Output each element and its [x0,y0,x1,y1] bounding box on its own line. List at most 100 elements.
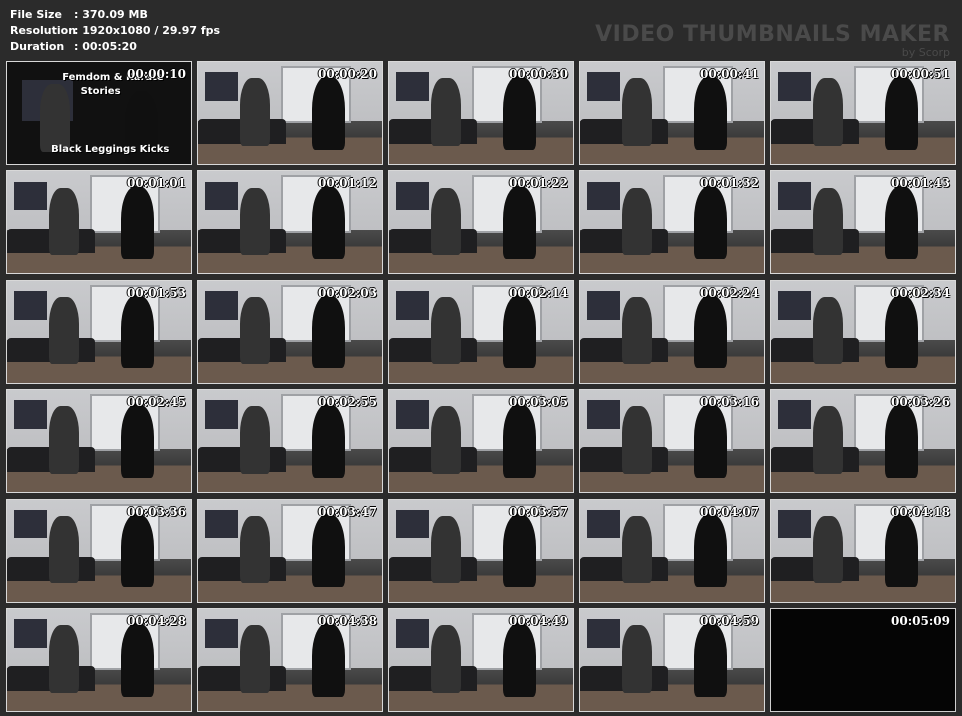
scene-person [240,78,270,146]
video-thumbnail[interactable]: 00:04:28 [6,607,192,712]
scene-picture [205,181,239,211]
file-info-panel: File Size : 370.09 MB Resolution : 1920x… [10,7,220,55]
scene-person [49,187,79,256]
thumbnail-timestamp: 00:05:09 [891,613,950,628]
scene-person [431,625,461,693]
video-thumbnail[interactable]: 00:01:43 [770,170,956,275]
video-thumbnail[interactable]: 00:00:41 [579,61,765,165]
scene-person [813,78,843,146]
resolution-row: Resolution : 1920x1080 / 29.97 fps [10,23,220,39]
scene-person [312,513,346,588]
thumbnail-timestamp: 00:03:26 [891,395,950,410]
video-thumbnail[interactable]: 00:02:45 [6,389,192,494]
video-thumbnail[interactable]: 00:01:01 [6,170,192,275]
video-thumbnail[interactable]: 00:03:36 [6,498,192,603]
scene-person [431,515,461,584]
thumbnail-timestamp: 00:00:51 [891,67,950,81]
scene-person [622,625,652,693]
thumbnail-grid: Femdom & Karate Stories Black Leggings Kic… [6,61,956,712]
file-size-value: : 370.09 MB [74,8,148,21]
video-thumbnail[interactable]: 00:00:30 [388,61,574,165]
video-thumbnail[interactable]: 00:00:20 [197,61,383,165]
scene-picture [14,509,48,539]
video-thumbnail[interactable]: 00:01:22 [388,170,574,275]
thumbnail-timestamp: 00:03:47 [318,504,377,519]
scene-picture [778,400,812,429]
thumbnail-timestamp: 00:04:59 [700,613,759,628]
thumbnail-timestamp: 00:02:34 [891,285,950,300]
video-thumbnail[interactable]: 00:03:05 [388,389,574,494]
thumbnail-timestamp: 00:01:43 [891,176,950,191]
video-thumbnail[interactable]: 00:05:09 [770,607,956,712]
video-thumbnail[interactable]: 00:02:14 [388,279,574,384]
scene-person [694,404,728,478]
scene-person [240,187,270,256]
thumbnail-timestamp: 00:03:36 [127,504,186,519]
scene-person [885,76,919,150]
thumbnail-timestamp: 00:04:07 [700,504,759,519]
scene-picture [205,400,239,429]
scene-picture [14,290,48,320]
scene-person [431,78,461,146]
scene-person [813,297,843,365]
brand-watermark: VIDEO THUMBNAILS MAKER by Scorp [595,22,950,58]
scene-picture [14,400,48,429]
scene-picture [14,619,48,648]
video-thumbnail[interactable]: 00:04:38 [197,607,383,712]
thumbnail-timestamp: 00:02:45 [127,395,186,410]
duration-row: Duration : 00:05:20 [10,39,220,55]
video-thumbnail[interactable]: Femdom & Karate Stories Black Leggings Kic… [6,61,192,165]
video-thumbnail[interactable]: 00:01:12 [197,170,383,275]
video-thumbnail[interactable]: 00:00:51 [770,61,956,165]
scene-picture [778,181,812,211]
scene-picture [396,181,430,211]
scene-person [121,623,155,697]
thumbnail-timestamp: 00:02:14 [509,285,568,300]
scene-person [694,295,728,369]
scene-person [503,513,537,588]
thumbnail-timestamp: 00:04:49 [509,613,568,628]
scene-person [312,623,346,697]
video-thumbnail[interactable]: 00:03:26 [770,389,956,494]
scene-picture [396,290,430,320]
video-thumbnail[interactable]: 00:03:16 [579,389,765,494]
thumbnail-timestamp: 00:01:01 [127,176,186,191]
video-thumbnail[interactable]: 00:03:47 [197,498,383,603]
scene-person [622,406,652,474]
scene-person [622,515,652,584]
video-thumbnail[interactable]: 00:02:34 [770,279,956,384]
video-thumbnail[interactable]: 00:04:59 [579,607,765,712]
scene-picture [587,181,621,211]
title-line-3: Black Leggings Kicks [51,144,170,155]
video-thumbnail[interactable]: 00:04:49 [388,607,574,712]
video-thumbnail[interactable]: 00:01:53 [6,279,192,384]
video-thumbnail[interactable]: 00:04:18 [770,498,956,603]
scene-picture [14,181,48,211]
thumbnail-timestamp: 00:02:55 [318,395,377,410]
scene-picture [778,509,812,539]
scene-person [813,515,843,584]
scene-person [121,295,155,369]
thumbnail-timestamp: 00:01:12 [318,176,377,191]
thumbnail-timestamp: 00:01:53 [127,285,186,300]
scene-person [431,187,461,256]
video-thumbnail[interactable]: 00:02:03 [197,279,383,384]
thumbnail-timestamp: 00:00:30 [509,67,568,81]
video-thumbnail[interactable]: 00:04:07 [579,498,765,603]
video-thumbnail[interactable]: 00:02:24 [579,279,765,384]
scene-person [121,513,155,588]
scene-picture [396,509,430,539]
scene-picture [778,72,812,101]
video-thumbnail[interactable]: 00:03:57 [388,498,574,603]
video-thumbnail[interactable]: 00:02:55 [197,389,383,494]
scene-person [49,297,79,365]
thumbnail-timestamp: 00:02:03 [318,285,377,300]
scene-person [885,404,919,478]
duration-label: Duration [10,40,65,53]
scene-picture [587,290,621,320]
scene-person [312,404,346,478]
thumbnail-timestamp: 00:04:18 [891,504,950,519]
brand-title: VIDEO THUMBNAILS MAKER [595,22,950,47]
scene-person [240,297,270,365]
video-thumbnail[interactable]: 00:01:32 [579,170,765,275]
